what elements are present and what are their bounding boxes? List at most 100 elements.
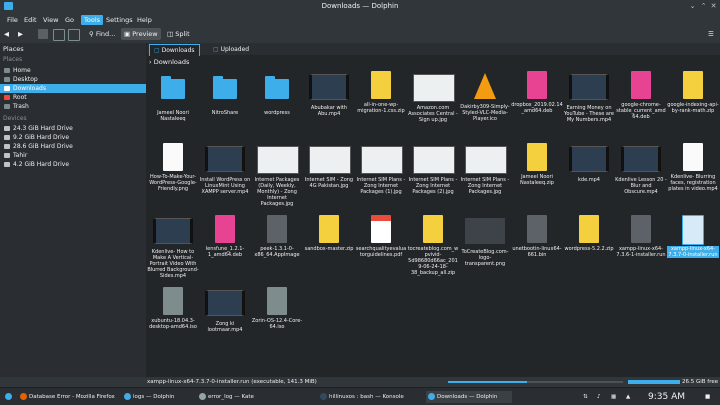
file-item[interactable]: Dakirby309-Simply-Styled-VLC-Media-Playe… [459, 71, 511, 122]
task-kate[interactable]: error_log — Kate [197, 391, 254, 403]
app-launcher-icon[interactable] [2, 391, 16, 403]
file-item[interactable]: google-chrome-stable_current_amd64.deb [615, 71, 667, 120]
tray-expand-icon[interactable]: ▲ [626, 391, 630, 403]
file-item[interactable]: Amazon.com Associates Central - Sign up.… [407, 71, 459, 123]
file-item[interactable]: ToCreateBlog.com-logo-transparent.png [459, 215, 511, 267]
file-name: google-indexing-api-by-rank-math.zip [667, 102, 719, 114]
tab-downloads[interactable]: ▢ Downloads [149, 44, 200, 56]
file-item[interactable]: Abubakar with Abu.mp4 [303, 71, 355, 117]
file-name: NitroShare [211, 110, 239, 116]
kate-icon [199, 393, 206, 400]
compact-view-icon[interactable] [53, 29, 65, 41]
section-devices: Devices [3, 115, 27, 122]
menu-settings[interactable]: Settings [103, 15, 136, 25]
task-firefox[interactable]: Database Error - Mozilla Firefox [18, 391, 115, 403]
place-desktop[interactable]: Desktop [0, 75, 146, 84]
breadcrumb[interactable]: › Downloads [149, 58, 189, 66]
file-item[interactable]: Internet Packages (Daily, Weekly, Monthl… [251, 143, 303, 207]
file-item[interactable]: searchqualityevaluatorguidelines.pdf [355, 215, 407, 258]
icons-view-icon[interactable] [38, 29, 48, 39]
file-item[interactable]: unetbootin-linux64-661.bin [511, 215, 563, 258]
find-button[interactable]: ⚲ Find... [89, 28, 115, 40]
file-item[interactable]: Earning Money on YouTube - These are My … [563, 71, 615, 123]
menu-edit[interactable]: Edit [21, 15, 40, 25]
device-item[interactable]: Tahir [0, 151, 146, 160]
tray-volume-icon[interactable]: ♪ [597, 391, 601, 403]
back-icon[interactable]: ◀ [4, 28, 9, 40]
file-item[interactable]: wordpress-5.2.2.zip [563, 215, 615, 252]
menu-icon[interactable]: ☰ [708, 28, 714, 40]
clock[interactable]: 9:35 AM [648, 391, 685, 403]
zoom-slider[interactable] [448, 381, 623, 383]
maximize-icon[interactable]: ⌃ [699, 2, 708, 11]
task-dolphin-logs[interactable]: logs — Dolphin [122, 391, 174, 403]
file-item[interactable]: kde.mp4 [563, 143, 615, 183]
place-trash[interactable]: Trash [0, 102, 146, 111]
split-button[interactable]: ◫ Split [167, 28, 190, 40]
menu-view[interactable]: View [40, 15, 61, 25]
file-item[interactable]: xampp-linux-x64-7.3.7-0-installer.run [667, 215, 719, 258]
file-item[interactable]: all-in-one-wp-migration-1.css.zip [355, 71, 407, 114]
file-item[interactable]: google-indexing-api-by-rank-math.zip [667, 71, 719, 114]
chevron-right-icon: › [149, 58, 152, 66]
device-item[interactable]: 24.3 GiB Hard Drive [0, 124, 146, 133]
taskbar: Database Error - Mozilla Firefox logs — … [0, 387, 720, 405]
show-desktop-icon[interactable]: ■ [705, 391, 710, 403]
tray-network-icon[interactable]: ⇅ [583, 391, 588, 403]
device-item[interactable]: 28.6 GiB Hard Drive [0, 142, 146, 151]
details-view-icon[interactable] [68, 29, 80, 41]
file-item[interactable]: peek-1.3.1-0-x86_64.AppImage [251, 215, 303, 258]
file-item[interactable]: How-To-Make-Your-WordPress-Google-Friend… [147, 143, 199, 192]
file-item[interactable]: tocreateblog.com_wpvivid-5d98680d66ac_20… [407, 215, 459, 276]
menu-go[interactable]: Go [62, 15, 77, 25]
file-item[interactable]: NitroShare [199, 71, 251, 116]
file-item[interactable]: Zong ki lootmaar.mp4 [199, 287, 251, 333]
close-icon[interactable]: ✕ [709, 2, 718, 11]
file-item[interactable]: Zorin-OS-12.4-Core-64.iso [251, 287, 303, 330]
file-item[interactable]: Kdenlive- How to Make A Vertical-Portrai… [147, 215, 199, 279]
file-item[interactable]: dropbox_2019.02.14_amd64.deb [511, 71, 563, 114]
file-item[interactable]: wordpress [251, 71, 303, 116]
file-item[interactable]: Kdenlive Lesson 20 - Blur and Obscure.mp… [615, 143, 667, 195]
place-home[interactable]: Home [0, 66, 146, 75]
deb-package-icon [213, 215, 237, 245]
tray-clipboard-icon[interactable]: ▦ [611, 391, 616, 403]
file-item[interactable]: xubuntu-18.04.3-desktop-amd64.iso [147, 287, 199, 330]
dolphin-icon [124, 393, 131, 400]
file-item[interactable]: Internet SIM Plans - Zong Internet Packa… [459, 143, 511, 195]
device-item[interactable]: 4.2 GiB Hard Drive [0, 160, 146, 169]
file-name: google-chrome-stable_current_amd64.deb [616, 102, 666, 120]
menu-file[interactable]: File [4, 15, 21, 25]
forward-icon[interactable]: ▶ [18, 28, 23, 40]
file-item[interactable]: Internet SIM Plans - Zong Internet Packa… [355, 143, 407, 195]
konsole-icon [320, 393, 327, 400]
file-item[interactable]: lensfune_1.2.1-1_amd64.deb [199, 215, 251, 258]
preview-button[interactable]: ▣ Preview [121, 28, 161, 40]
file-item[interactable]: xampp-linux-x64-7.3.6-1-installer.run [615, 215, 667, 258]
task-dolphin-downloads[interactable]: Downloads — Dolphin [426, 391, 512, 403]
minimize-icon[interactable]: ⌄ [688, 2, 697, 11]
file-item[interactable]: Jameel Noori Nastaleeq.zip [511, 143, 563, 186]
zip-icon [369, 71, 393, 101]
video-thumbnail-icon [621, 146, 661, 176]
menu-help[interactable]: Help [134, 15, 155, 25]
zip-icon [421, 215, 445, 245]
file-item[interactable]: Kdenlive- Blurring faces, registration p… [667, 143, 719, 192]
tab-uploaded[interactable]: ▢ Uploaded [209, 44, 253, 55]
drive-icon [4, 162, 10, 167]
file-item[interactable]: sandbox-master.zip [303, 215, 355, 252]
file-item[interactable]: Internet SIM Plans - Zong Internet Packa… [407, 143, 459, 195]
menu-tools[interactable]: Tools [81, 15, 104, 25]
task-konsole[interactable]: hillinuxos : bash — Konsole [318, 391, 404, 403]
file-item[interactable]: Install WordPress on LinuxMint Using XAM… [199, 143, 251, 195]
document-thumbnail-icon [161, 143, 185, 173]
file-name: Kdenlive- Blurring faces, registration p… [668, 174, 718, 192]
file-name: Amazon.com Associates Central - Sign up.… [408, 105, 458, 123]
file-item[interactable]: Internet SIM - Zong 4G Pakistan.jpg [303, 143, 355, 189]
file-item[interactable]: Jameel Noori Nastaleeq [147, 71, 199, 122]
zip-icon [577, 215, 601, 245]
file-name: Internet SIM - Zong 4G Pakistan.jpg [304, 177, 354, 189]
device-item[interactable]: 9.2 GiB Hard Drive [0, 133, 146, 142]
place-root[interactable]: Root [0, 93, 146, 102]
place-downloads[interactable]: Downloads [0, 84, 146, 93]
